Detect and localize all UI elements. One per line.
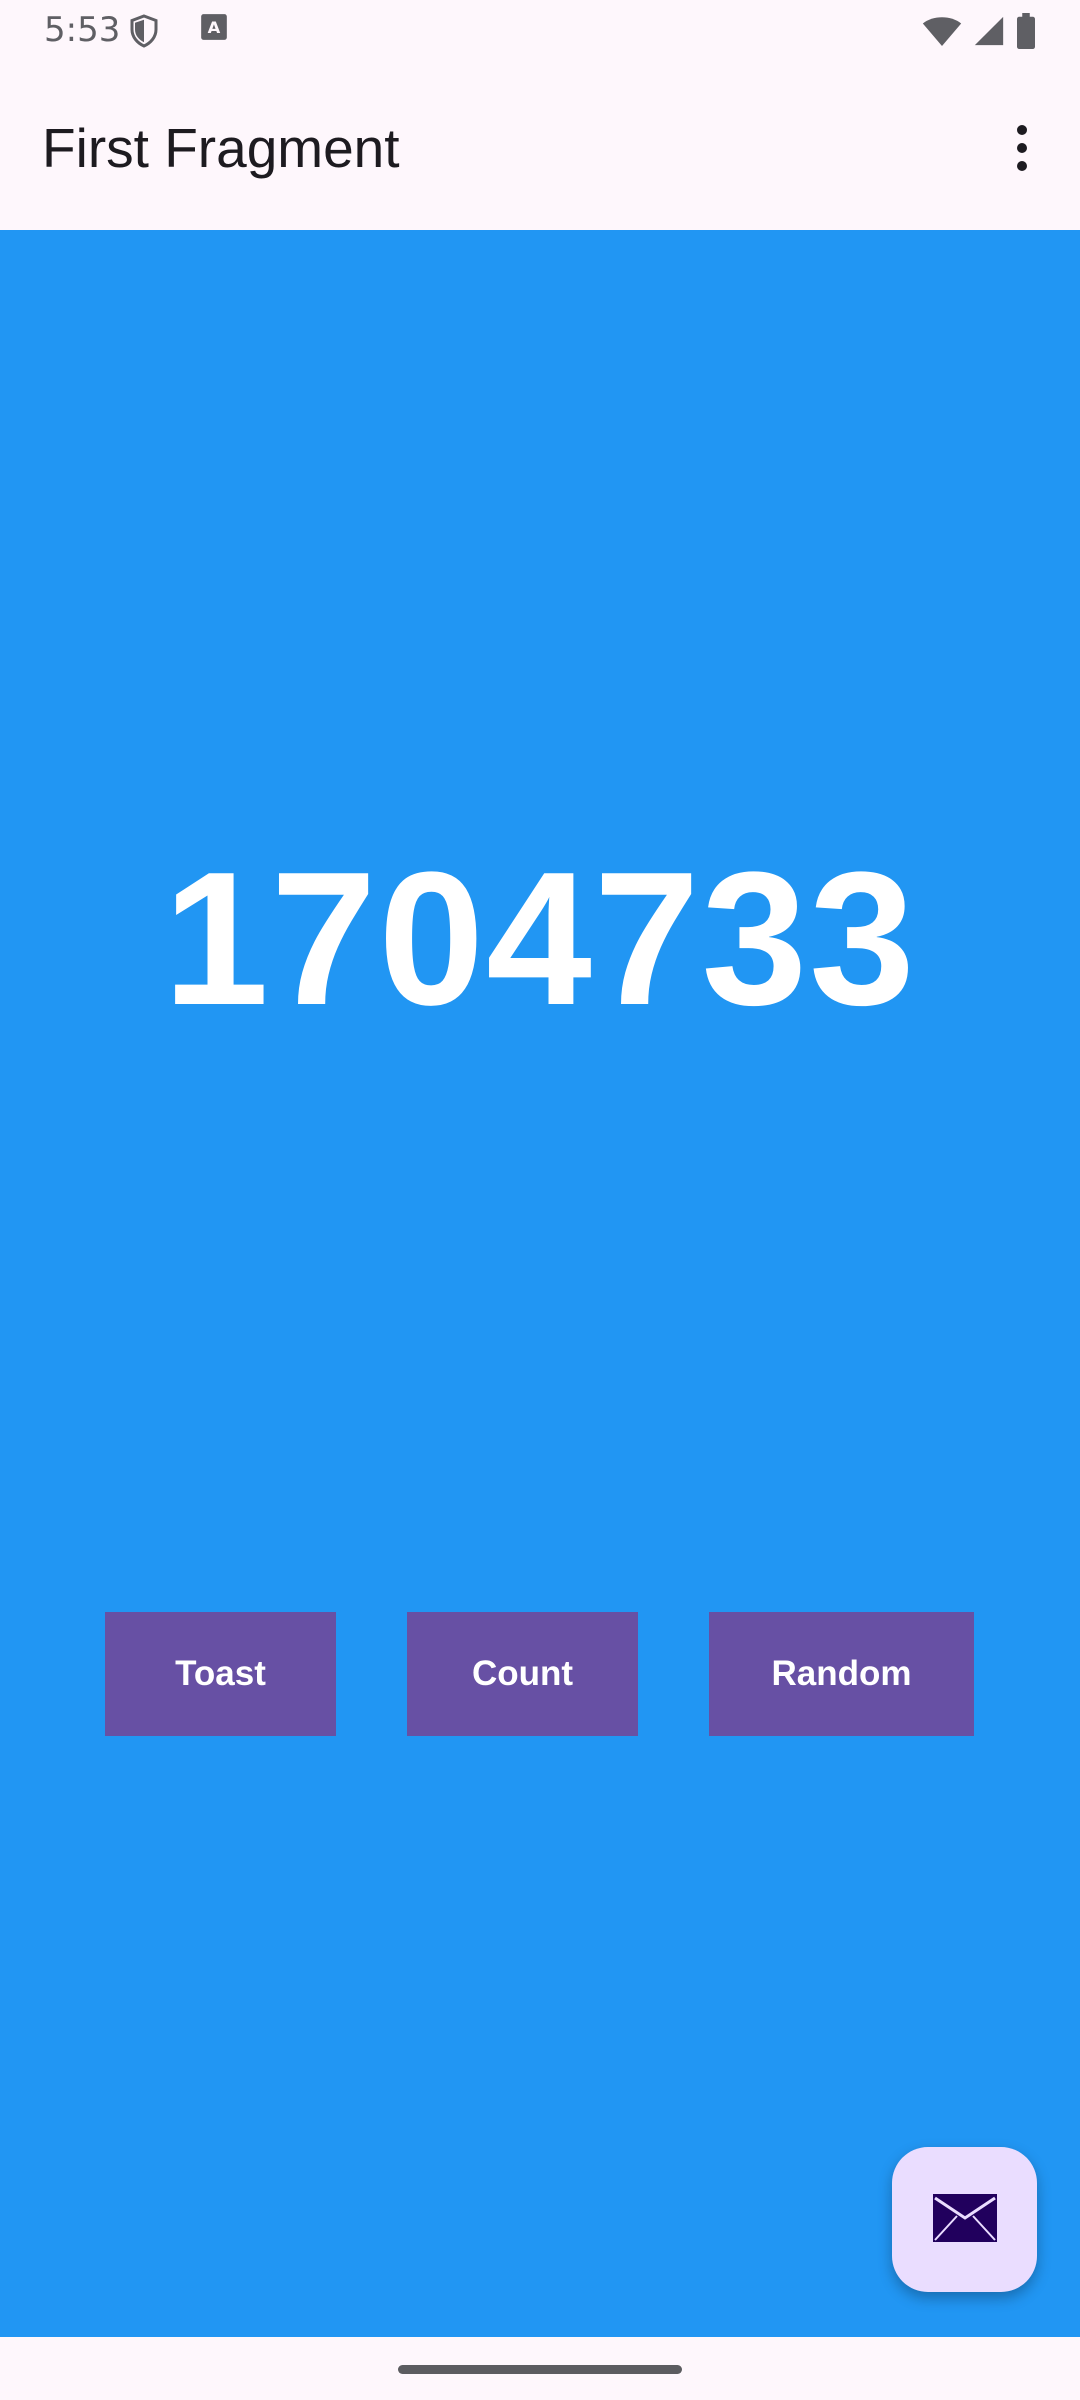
count-display: 1704733 [163, 833, 917, 1045]
shield-icon [126, 13, 162, 53]
email-fab[interactable] [892, 2147, 1037, 2292]
status-time: 5:53 [44, 10, 121, 50]
app-bar: First Fragment [0, 62, 1080, 230]
text-a-icon: A [200, 13, 228, 53]
page-title: First Fragment [42, 117, 400, 179]
email-icon [932, 2193, 997, 2246]
random-button[interactable]: Random [709, 1612, 974, 1736]
status-bar: 5:53 A [0, 0, 1080, 62]
count-button[interactable]: Count [407, 1612, 638, 1736]
toast-button[interactable]: Toast [105, 1612, 336, 1736]
navigation-bar [0, 2337, 1080, 2400]
gesture-handle[interactable] [398, 2365, 682, 2374]
content-area: 1704733 Toast Count Random [0, 230, 1080, 2337]
more-vert-icon [1015, 124, 1029, 176]
overflow-menu-button[interactable] [982, 110, 1062, 190]
svg-text:A: A [208, 18, 221, 37]
wifi-icon [922, 14, 962, 52]
battery-icon [1016, 13, 1036, 53]
signal-icon [972, 14, 1006, 52]
